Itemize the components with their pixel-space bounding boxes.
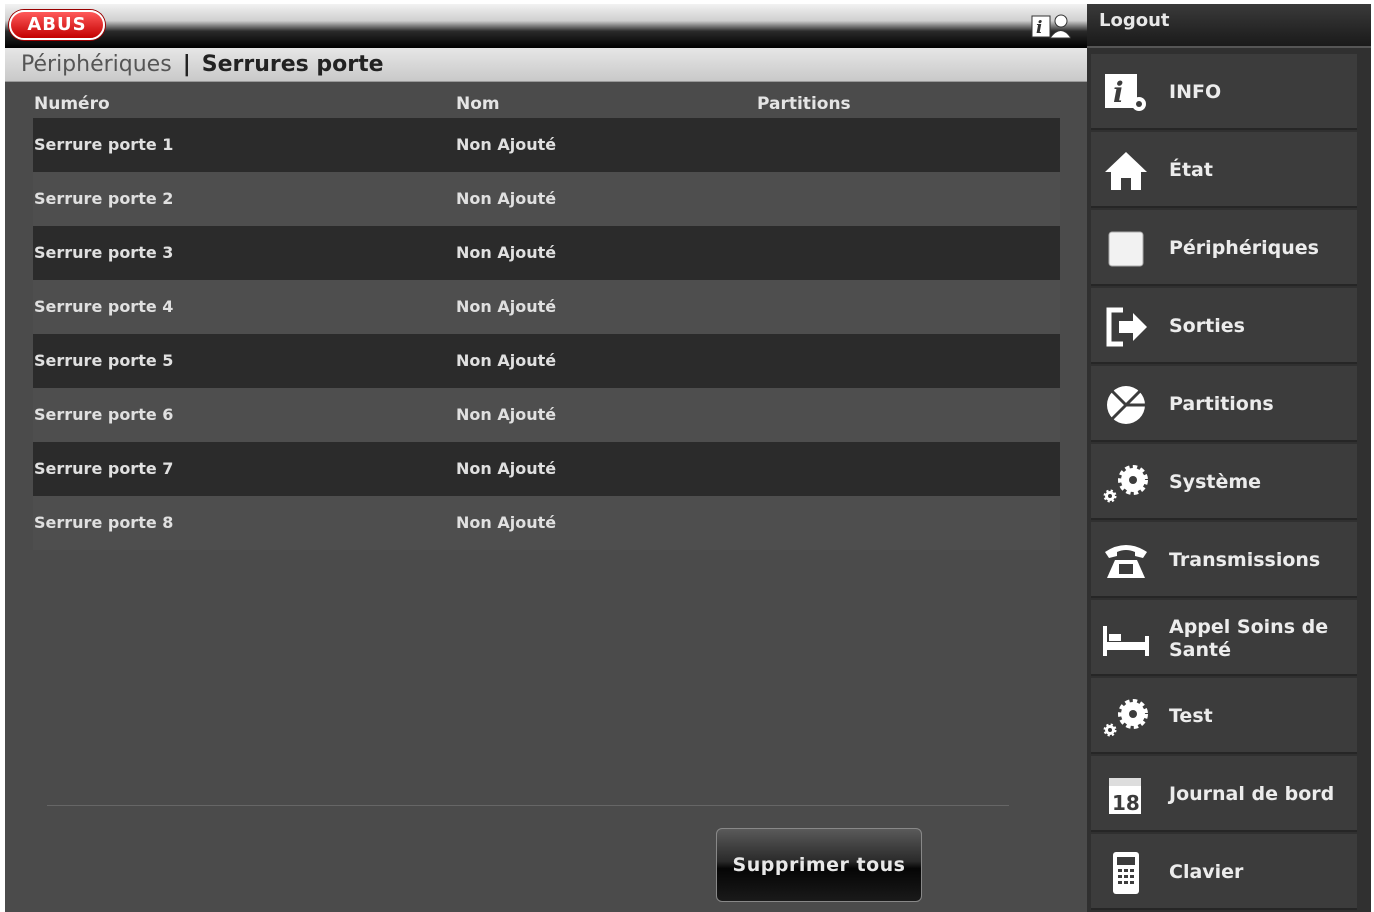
delete-all-button[interactable]: Supprimer tous (716, 828, 922, 902)
table-row[interactable]: Serrure porte 6 Non Ajouté (33, 388, 1060, 442)
cell-nom: Non Ajouté (456, 459, 557, 478)
cell-numero: Serrure porte 6 (34, 405, 174, 424)
sidebar-item-test[interactable]: Test (1091, 678, 1357, 754)
sidebar-item-partitions[interactable]: Partitions (1091, 366, 1357, 442)
cell-nom: Non Ajouté (456, 243, 557, 262)
sidebar-item-label: INFO (1169, 81, 1222, 103)
table-row[interactable]: Serrure porte 5 Non Ajouté (33, 334, 1060, 388)
column-header-nom: Nom (456, 94, 500, 114)
sidebar-item-label: Partitions (1169, 393, 1274, 415)
gears-icon (1103, 465, 1148, 503)
sidebar-item-journal[interactable]: 18 Journal de bord (1091, 756, 1357, 832)
breadcrumb-parent[interactable]: Périphériques (21, 52, 172, 77)
table-row[interactable]: Serrure porte 1 Non Ajouté (33, 118, 1060, 172)
sidebar-item-sorties[interactable]: Sorties (1091, 288, 1357, 364)
abus-logo: ABUS (9, 10, 105, 40)
sidebar-item-label: Transmissions (1169, 549, 1321, 571)
bed-icon (1103, 626, 1149, 656)
info-settings-icon: i (1105, 74, 1146, 111)
column-header-partitions: Partitions (757, 94, 851, 114)
sidebar-item-label: État (1169, 159, 1213, 181)
exit-arrow-icon (1106, 307, 1147, 347)
cell-numero: Serrure porte 4 (34, 297, 174, 316)
column-header-numero: Numéro (34, 94, 110, 114)
calendar-day: 18 (1112, 791, 1140, 815)
logout-link[interactable]: Logout (1099, 10, 1170, 31)
home-icon (1105, 152, 1147, 190)
sidebar-item-label: Appel Soins de Santé (1169, 616, 1329, 661)
sidebar-item-label: Système (1169, 471, 1262, 493)
cell-nom: Non Ajouté (456, 135, 557, 154)
sidebar-nav: i INFO État Périphériques Sorties Partit… (1087, 48, 1371, 912)
sidebar-item-label: Périphériques (1169, 237, 1319, 259)
logout-bar: Logout (1087, 4, 1371, 48)
partition-pie-icon (1107, 386, 1145, 424)
keypad-icon (1113, 852, 1139, 894)
sidebar-item-peripheriques[interactable]: Périphériques (1091, 210, 1357, 286)
sidebar-item-label: Sorties (1169, 315, 1245, 337)
divider (47, 805, 1009, 806)
sidebar-item-appel-soins[interactable]: Appel Soins de Santé (1091, 600, 1357, 676)
cell-nom: Non Ajouté (456, 351, 557, 370)
sidebar-item-label: Journal de bord (1169, 783, 1335, 805)
telephone-icon (1105, 545, 1147, 578)
cell-nom: Non Ajouté (456, 189, 557, 208)
cell-nom: Non Ajouté (456, 513, 557, 532)
table-row[interactable]: Serrure porte 7 Non Ajouté (33, 442, 1060, 496)
app-window: ABUS i Logout Périphériques | Serrures p… (5, 4, 1371, 912)
breadcrumb: Périphériques | Serrures porte (5, 48, 1087, 82)
table-row[interactable]: Serrure porte 8 Non Ajouté (33, 496, 1060, 550)
sidebar-item-clavier[interactable]: Clavier (1091, 834, 1357, 910)
top-bar: ABUS i (5, 4, 1087, 48)
sidebar-item-systeme[interactable]: Système (1091, 444, 1357, 520)
svg-text:i: i (1113, 76, 1124, 109)
sidebar-item-transmissions[interactable]: Transmissions (1091, 522, 1357, 598)
table-row[interactable]: Serrure porte 2 Non Ajouté (33, 172, 1060, 226)
info-user-icon[interactable]: i (1031, 13, 1071, 39)
cell-numero: Serrure porte 5 (34, 351, 174, 370)
table-header: Numéro Nom Partitions (33, 86, 1060, 118)
cell-numero: Serrure porte 8 (34, 513, 174, 532)
device-square-icon (1108, 231, 1144, 267)
table-row[interactable]: Serrure porte 4 Non Ajouté (33, 280, 1060, 334)
breadcrumb-current: Serrures porte (201, 52, 384, 77)
sidebar-item-etat[interactable]: État (1091, 132, 1357, 208)
gears-icon (1103, 699, 1148, 737)
cell-numero: Serrure porte 1 (34, 135, 174, 154)
sidebar-item-info[interactable]: i INFO (1091, 54, 1357, 130)
cell-nom: Non Ajouté (456, 405, 557, 424)
cell-numero: Serrure porte 2 (34, 189, 174, 208)
calendar-icon: 18 (1109, 778, 1141, 815)
cell-numero: Serrure porte 7 (34, 459, 174, 478)
cell-nom: Non Ajouté (456, 297, 557, 316)
door-locks-table: Numéro Nom Partitions Serrure porte 1 No… (33, 86, 1060, 550)
cell-numero: Serrure porte 3 (34, 243, 174, 262)
sidebar-item-label: Clavier (1169, 861, 1244, 883)
table-row[interactable]: Serrure porte 3 Non Ajouté (33, 226, 1060, 280)
sidebar-item-label: Test (1169, 705, 1213, 727)
breadcrumb-separator: | (182, 52, 191, 77)
svg-text:i: i (1036, 18, 1042, 38)
